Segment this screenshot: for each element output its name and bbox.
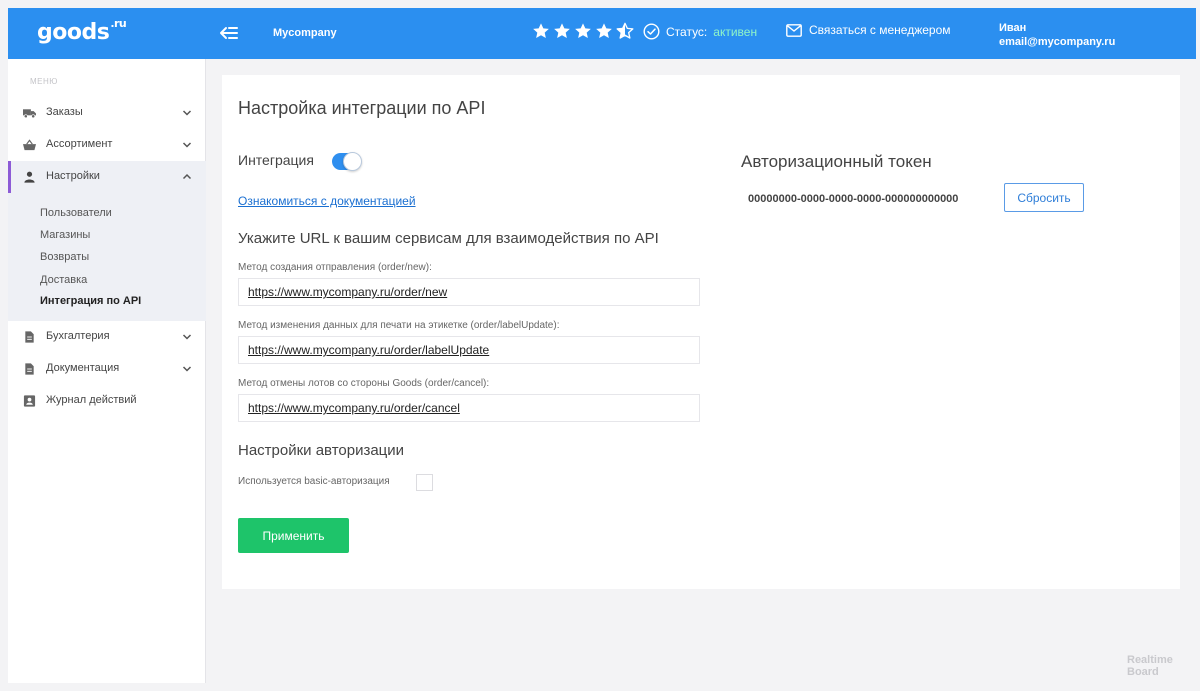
user-name: Иван [999, 22, 1027, 34]
top-header: goods.ru Mycompany Статус: активен Связа… [8, 8, 1196, 59]
sidebar-item-documentation[interactable]: Документация [8, 353, 206, 385]
label-update-input[interactable] [238, 336, 700, 364]
sidebar-item-label: Бухгалтерия [46, 330, 110, 342]
watermark-line: Realtime [1127, 654, 1173, 666]
collapse-menu-icon[interactable] [218, 24, 240, 42]
chevron-down-icon [182, 110, 192, 116]
star-half-icon [616, 22, 634, 39]
contact-label: Связаться с менеджером [809, 23, 951, 37]
status-value: активен [713, 24, 758, 39]
settings-submenu: Пользователи Магазины Возвраты Доставка … [8, 193, 206, 321]
auth-section-title: Настройки авторизации [238, 442, 405, 459]
sidebar-item-label: Заказы [46, 106, 83, 118]
star-full-icon [554, 23, 570, 39]
basic-auth-checkbox[interactable] [416, 474, 433, 491]
sidebar-item-action-log[interactable]: Журнал действий [8, 385, 206, 417]
sidebar-item-settings[interactable]: Настройки [8, 161, 206, 193]
watermark-line: Board [1127, 666, 1159, 678]
sidebar: МЕНЮ Заказы Ассортимент Настройки Пользо… [8, 59, 206, 683]
documentation-link[interactable]: Ознакомиться с документацией [238, 194, 416, 208]
sidebar-item-label: Настройки [46, 170, 100, 182]
chevron-down-icon [182, 366, 192, 372]
reset-token-button[interactable]: Сбросить [1004, 183, 1084, 212]
label-update-label: Метод изменения данных для печати на эти… [238, 320, 560, 331]
token-value: 00000000-0000-0000-0000-000000000000 [748, 193, 959, 205]
toggle-knob [343, 152, 362, 171]
submenu-item-users[interactable]: Пользователи [40, 207, 112, 219]
page-title: Настройка интеграции по API [238, 98, 486, 118]
submenu-item-returns[interactable]: Возвраты [40, 251, 89, 263]
status-label: Статус: [666, 24, 708, 39]
status-indicator: Статус: активен [643, 23, 757, 40]
chevron-down-icon [182, 142, 192, 148]
truck-icon [23, 109, 36, 119]
submenu-item-shops[interactable]: Магазины [40, 229, 90, 241]
document-icon [25, 331, 34, 343]
sidebar-item-label: Документация [46, 362, 120, 374]
user-email: email@mycompany.ru [999, 36, 1116, 48]
integration-toggle[interactable] [332, 152, 362, 171]
company-name[interactable]: Mycompany [273, 27, 337, 39]
sidebar-item-orders[interactable]: Заказы [8, 97, 206, 129]
account-icon [23, 395, 36, 407]
order-cancel-input[interactable] [238, 394, 700, 422]
chevron-down-icon [182, 334, 192, 340]
order-new-input[interactable] [238, 278, 700, 306]
user-info[interactable]: Иван email@mycompany.ru [999, 21, 1115, 49]
order-new-label: Метод создания отправления (order/new): [238, 262, 432, 273]
submenu-item-api-integration[interactable]: Интеграция по API [40, 295, 141, 307]
document-icon [25, 363, 34, 375]
sidebar-item-accounting[interactable]: Бухгалтерия [8, 321, 206, 353]
basket-icon [23, 139, 36, 151]
rating-stars [532, 22, 634, 40]
integration-label: Интеграция [238, 152, 314, 168]
order-cancel-label: Метод отмены лотов со стороны Goods (ord… [238, 378, 490, 389]
contact-manager-link[interactable]: Связаться с менеджером [786, 23, 951, 37]
apply-button[interactable]: Применить [238, 518, 349, 553]
mail-icon [786, 23, 802, 37]
sidebar-item-label: Ассортимент [46, 138, 113, 150]
api-settings-card: Настройка интеграции по API Интеграция О… [222, 75, 1180, 589]
star-full-icon [533, 23, 549, 39]
token-title: Авторизационный токен [741, 152, 932, 171]
watermark: Realtime Board [1127, 654, 1173, 678]
sidebar-item-assortment[interactable]: Ассортимент [8, 129, 206, 161]
sidebar-item-label: Журнал действий [46, 394, 137, 406]
goods-logo[interactable]: goods.ru [37, 17, 127, 45]
urls-section-title: Укажите URL к вашим сервисам для взаимод… [238, 230, 659, 247]
submenu-item-delivery[interactable]: Доставка [40, 274, 87, 286]
chevron-up-icon [182, 173, 192, 180]
star-full-icon [596, 23, 612, 39]
person-icon [24, 171, 35, 183]
star-full-icon [575, 23, 591, 39]
basic-auth-label: Используется basic-авторизация [238, 476, 390, 487]
check-circle-icon [643, 23, 660, 40]
menu-caption: МЕНЮ [30, 77, 58, 86]
